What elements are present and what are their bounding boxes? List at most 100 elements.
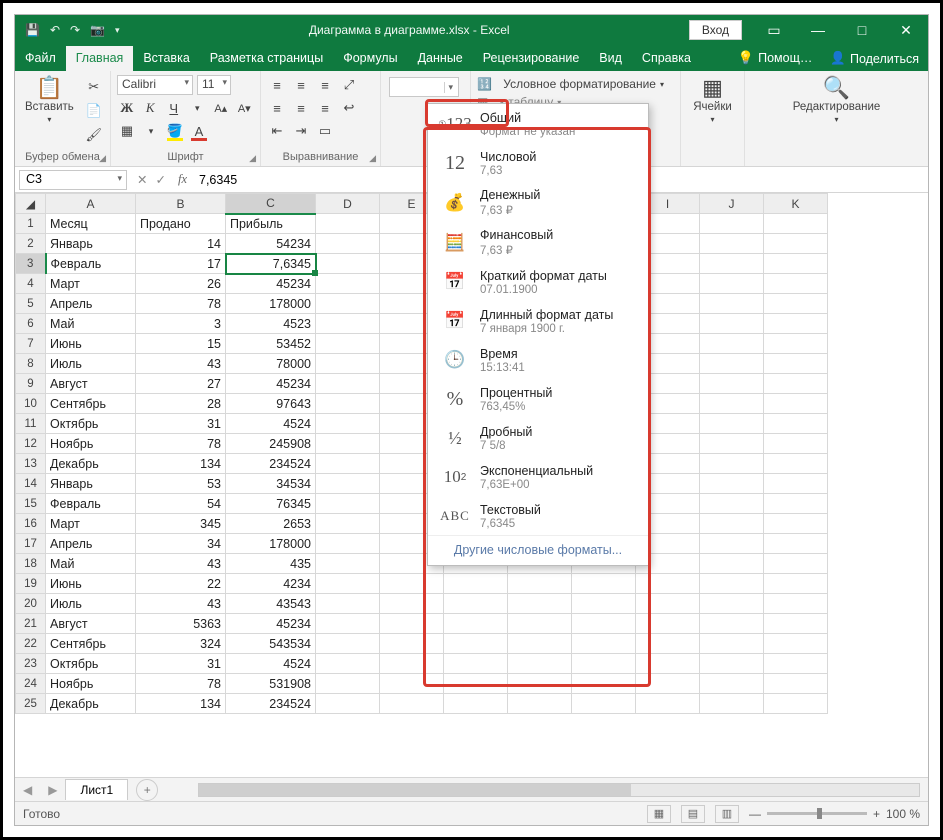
cell[interactable]: 14 bbox=[136, 234, 226, 254]
cell[interactable] bbox=[764, 554, 828, 574]
row-header[interactable]: 10 bbox=[16, 394, 46, 414]
cell[interactable] bbox=[764, 414, 828, 434]
orientation-button[interactable]: ⤢ bbox=[339, 75, 359, 95]
row-header[interactable]: 16 bbox=[16, 514, 46, 534]
cell[interactable] bbox=[700, 694, 764, 714]
merge-button[interactable]: ▭ bbox=[315, 121, 335, 141]
cell[interactable]: 78 bbox=[136, 674, 226, 694]
cell[interactable] bbox=[444, 694, 508, 714]
format-currency[interactable]: 💰Денежный7,63 ₽ bbox=[428, 182, 648, 222]
borders-button[interactable]: ▦ bbox=[117, 121, 137, 141]
cell[interactable] bbox=[316, 274, 380, 294]
cell[interactable]: Ноябрь bbox=[46, 434, 136, 454]
row-header[interactable]: 23 bbox=[16, 654, 46, 674]
cell[interactable] bbox=[316, 374, 380, 394]
row-header[interactable]: 7 bbox=[16, 334, 46, 354]
cell[interactable] bbox=[572, 634, 636, 654]
page-break-view-button[interactable]: ▥ bbox=[715, 805, 739, 823]
cell[interactable]: 45234 bbox=[226, 274, 316, 294]
cell[interactable] bbox=[444, 594, 508, 614]
cell[interactable]: Август bbox=[46, 614, 136, 634]
row-header[interactable]: 1 bbox=[16, 214, 46, 234]
cell[interactable] bbox=[316, 674, 380, 694]
cell[interactable] bbox=[764, 254, 828, 274]
ribbon-options-icon[interactable]: ▭ bbox=[752, 22, 796, 39]
cell[interactable] bbox=[316, 534, 380, 554]
cell[interactable] bbox=[764, 374, 828, 394]
cell[interactable] bbox=[764, 694, 828, 714]
row-header[interactable]: 2 bbox=[16, 234, 46, 254]
cell[interactable] bbox=[508, 674, 572, 694]
row-header[interactable]: 3 bbox=[16, 254, 46, 274]
cell[interactable] bbox=[316, 314, 380, 334]
cell[interactable] bbox=[700, 634, 764, 654]
cell[interactable]: 178000 bbox=[226, 534, 316, 554]
conditional-formatting-button[interactable]: 🔢 Условное форматирование▾ bbox=[477, 77, 674, 91]
cell[interactable] bbox=[636, 594, 700, 614]
cell[interactable]: Октябрь bbox=[46, 654, 136, 674]
cell[interactable] bbox=[700, 274, 764, 294]
row-header[interactable]: 6 bbox=[16, 314, 46, 334]
normal-view-button[interactable]: ▦ bbox=[647, 805, 671, 823]
cell[interactable]: 245908 bbox=[226, 434, 316, 454]
cell[interactable] bbox=[764, 354, 828, 374]
tab-insert[interactable]: Вставка bbox=[133, 46, 199, 71]
cell[interactable] bbox=[700, 214, 764, 234]
cell[interactable]: 134 bbox=[136, 454, 226, 474]
cell[interactable]: 31 bbox=[136, 654, 226, 674]
new-sheet-button[interactable]: + bbox=[136, 779, 158, 801]
italic-button[interactable]: К bbox=[141, 98, 161, 118]
cell[interactable] bbox=[700, 334, 764, 354]
cell[interactable]: 26 bbox=[136, 274, 226, 294]
zoom-level[interactable]: 100 % bbox=[886, 807, 920, 821]
wrap-text-button[interactable]: ↩ bbox=[339, 98, 359, 118]
cell[interactable] bbox=[700, 554, 764, 574]
format-percent[interactable]: %Процентный763,45% bbox=[428, 379, 648, 418]
column-header[interactable]: D bbox=[316, 194, 380, 214]
cell[interactable] bbox=[316, 634, 380, 654]
cell[interactable] bbox=[700, 414, 764, 434]
cell[interactable] bbox=[572, 694, 636, 714]
column-header[interactable]: K bbox=[764, 194, 828, 214]
cell[interactable] bbox=[316, 514, 380, 534]
cell[interactable] bbox=[316, 434, 380, 454]
cell[interactable]: 17 bbox=[136, 254, 226, 274]
cell[interactable]: 4234 bbox=[226, 574, 316, 594]
format-long-date[interactable]: 📅Длинный формат даты7 января 1900 г. bbox=[428, 301, 648, 340]
cell[interactable]: 531908 bbox=[226, 674, 316, 694]
cell[interactable]: 45234 bbox=[226, 374, 316, 394]
cell[interactable]: Месяц bbox=[46, 214, 136, 234]
cell[interactable] bbox=[508, 694, 572, 714]
increase-font-button[interactable]: A▴ bbox=[211, 98, 231, 118]
column-header[interactable]: A bbox=[46, 194, 136, 214]
cell[interactable] bbox=[764, 634, 828, 654]
cell[interactable] bbox=[700, 514, 764, 534]
cell[interactable]: Июнь bbox=[46, 574, 136, 594]
decrease-indent-button[interactable]: ⇤ bbox=[267, 121, 287, 141]
cell[interactable]: 7,6345 bbox=[226, 254, 316, 274]
format-time[interactable]: 🕒Время15:13:41 bbox=[428, 340, 648, 379]
cell[interactable] bbox=[508, 654, 572, 674]
number-format-dropdown[interactable] bbox=[389, 77, 459, 97]
cell[interactable]: 4524 bbox=[226, 414, 316, 434]
cell[interactable] bbox=[380, 694, 444, 714]
increase-indent-button[interactable]: ⇥ bbox=[291, 121, 311, 141]
cell[interactable]: Февраль bbox=[46, 254, 136, 274]
cell[interactable]: Март bbox=[46, 514, 136, 534]
camera-icon[interactable]: 📷 bbox=[90, 23, 105, 37]
font-color-button[interactable]: A bbox=[189, 121, 209, 141]
format-text[interactable]: ABCТекстовый7,6345 bbox=[428, 496, 648, 535]
cell[interactable] bbox=[700, 534, 764, 554]
row-header[interactable]: 18 bbox=[16, 554, 46, 574]
cell[interactable] bbox=[444, 654, 508, 674]
cell[interactable] bbox=[764, 434, 828, 454]
cell[interactable]: 34 bbox=[136, 534, 226, 554]
row-header[interactable]: 22 bbox=[16, 634, 46, 654]
font-name-combo[interactable]: Calibri bbox=[117, 75, 193, 95]
cell[interactable]: Июнь bbox=[46, 334, 136, 354]
cell[interactable]: 53452 bbox=[226, 334, 316, 354]
cell[interactable] bbox=[444, 614, 508, 634]
paste-button[interactable]: 📋 Вставить ▾ bbox=[21, 75, 78, 126]
cell[interactable] bbox=[572, 594, 636, 614]
cell[interactable] bbox=[316, 394, 380, 414]
